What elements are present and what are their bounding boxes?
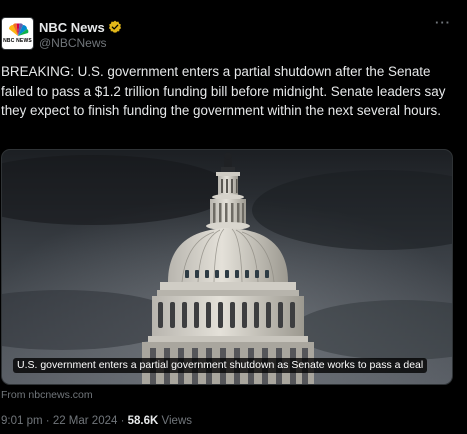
avatar[interactable]: NBC NEWS [1, 17, 34, 50]
tweet-header: NBC NEWS NBC News @NBCNews ··· [1, 16, 467, 53]
more-options-icon[interactable]: ··· [433, 16, 453, 35]
media-caption: U.S. government enters a partial governm… [13, 358, 428, 373]
link-source[interactable]: From nbcnews.com [1, 389, 93, 401]
gold-verified-badge-icon[interactable] [108, 20, 122, 34]
avatar-label: NBC NEWS [3, 38, 32, 44]
tweet-text: BREAKING: U.S. government enters a parti… [1, 64, 446, 118]
nbc-peacock-logo-icon [8, 23, 28, 36]
display-name[interactable]: NBC News [39, 20, 105, 35]
tweet-meta: 9:01 pm · 22 Mar 2024 · 58.6K Views [1, 415, 192, 427]
tweet-time[interactable]: 9:01 pm [1, 415, 43, 427]
media-card[interactable]: U.S. government enters a partial governm… [1, 149, 453, 385]
capitol-dome-photo [2, 150, 452, 384]
views-label: Views [161, 415, 192, 427]
tweet-date[interactable]: 22 Mar 2024 [53, 415, 118, 427]
views-count: 58.6K [127, 415, 159, 427]
tweet: NBC NEWS NBC News @NBCNews ··· BREAKING:… [0, 0, 467, 434]
name-row: NBC News [39, 18, 122, 36]
meta-separator: · [120, 415, 125, 427]
meta-separator: · [45, 415, 50, 427]
handle[interactable]: @NBCNews [39, 36, 107, 50]
